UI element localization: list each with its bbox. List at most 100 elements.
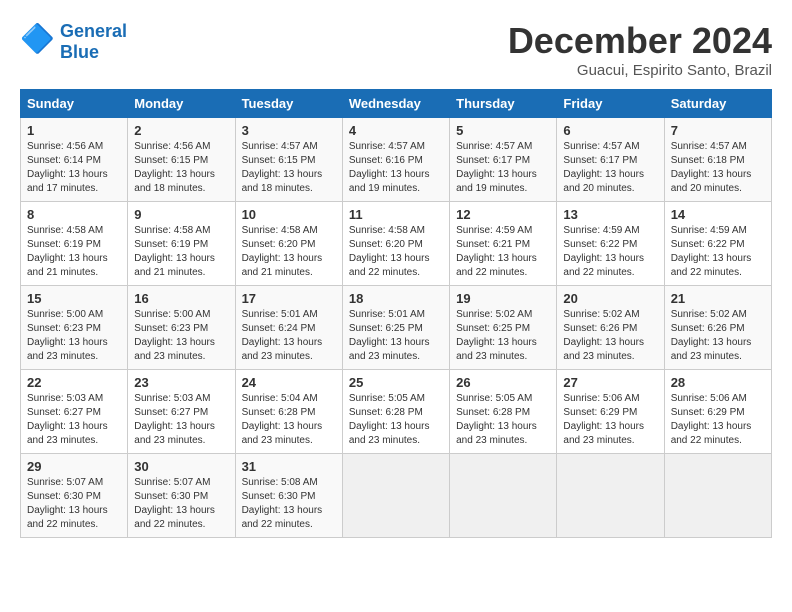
day-info: Sunrise: 5:02 AM Sunset: 6:25 PM Dayligh… [456, 308, 550, 364]
col-sunday: Sunday [21, 90, 128, 118]
col-thursday: Thursday [450, 90, 557, 118]
day-number: 31 [242, 459, 336, 474]
calendar-cell [664, 454, 771, 538]
svg-text:🔷: 🔷 [20, 22, 55, 55]
calendar-week-3: 15 Sunrise: 5:00 AM Sunset: 6:23 PM Dayli… [21, 286, 772, 370]
calendar-cell: 13 Sunrise: 4:59 AM Sunset: 6:22 PM Dayli… [557, 202, 664, 286]
calendar-cell: 22 Sunrise: 5:03 AM Sunset: 6:27 PM Dayli… [21, 370, 128, 454]
day-info: Sunrise: 5:06 AM Sunset: 6:29 PM Dayligh… [563, 392, 657, 448]
calendar-cell: 29 Sunrise: 5:07 AM Sunset: 6:30 PM Dayli… [21, 454, 128, 538]
day-info: Sunrise: 4:58 AM Sunset: 6:19 PM Dayligh… [134, 224, 228, 280]
logo: 🔷 General Blue [20, 20, 127, 63]
calendar-cell: 7Sunrise: 4:57 AM Sunset: 6:18 PM Daylig… [664, 118, 771, 202]
day-number: 10 [242, 207, 336, 222]
day-number: 23 [134, 375, 228, 390]
calendar-cell: 17Sunrise: 5:01 AM Sunset: 6:24 PM Dayli… [235, 286, 342, 370]
calendar-cell: 5 Sunrise: 4:57 AM Sunset: 6:17 PM Daylig… [450, 118, 557, 202]
calendar-cell: 16Sunrise: 5:00 AM Sunset: 6:23 PM Dayli… [128, 286, 235, 370]
calendar-cell: 9 Sunrise: 4:58 AM Sunset: 6:19 PM Daylig… [128, 202, 235, 286]
day-info: Sunrise: 5:02 AM Sunset: 6:26 PM Dayligh… [671, 308, 765, 364]
day-info: Sunrise: 5:07 AM Sunset: 6:30 PM Dayligh… [27, 476, 121, 532]
calendar-table: Sunday Monday Tuesday Wednesday Thursday… [20, 89, 772, 538]
day-info: Sunrise: 4:59 AM Sunset: 6:22 PM Dayligh… [671, 224, 765, 280]
calendar-week-4: 22 Sunrise: 5:03 AM Sunset: 6:27 PM Dayli… [21, 370, 772, 454]
calendar-cell [450, 454, 557, 538]
day-info: Sunrise: 5:01 AM Sunset: 6:25 PM Dayligh… [349, 308, 443, 364]
calendar-week-5: 29 Sunrise: 5:07 AM Sunset: 6:30 PM Dayli… [21, 454, 772, 538]
day-number: 29 [27, 459, 121, 474]
calendar-cell: 31 Sunrise: 5:08 AM Sunset: 6:30 PM Dayli… [235, 454, 342, 538]
day-info: Sunrise: 4:59 AM Sunset: 6:22 PM Dayligh… [563, 224, 657, 280]
day-info: Sunrise: 4:58 AM Sunset: 6:19 PM Dayligh… [27, 224, 121, 280]
day-info: Sunrise: 5:05 AM Sunset: 6:28 PM Dayligh… [349, 392, 443, 448]
day-number: 15 [27, 291, 121, 306]
day-number: 21 [671, 291, 765, 306]
day-number: 4 [349, 123, 443, 138]
calendar-cell [557, 454, 664, 538]
day-number: 8 [27, 207, 121, 222]
calendar-cell: 3Sunrise: 4:57 AM Sunset: 6:15 PM Daylig… [235, 118, 342, 202]
col-wednesday: Wednesday [342, 90, 449, 118]
day-number: 12 [456, 207, 550, 222]
calendar-week-2: 8 Sunrise: 4:58 AM Sunset: 6:19 PM Daylig… [21, 202, 772, 286]
day-info: Sunrise: 5:04 AM Sunset: 6:28 PM Dayligh… [242, 392, 336, 448]
day-info: Sunrise: 4:57 AM Sunset: 6:17 PM Dayligh… [456, 140, 550, 196]
day-info: Sunrise: 5:05 AM Sunset: 6:28 PM Dayligh… [456, 392, 550, 448]
day-number: 17 [242, 291, 336, 306]
day-number: 5 [456, 123, 550, 138]
day-info: Sunrise: 5:02 AM Sunset: 6:26 PM Dayligh… [563, 308, 657, 364]
calendar-cell: 21 Sunrise: 5:02 AM Sunset: 6:26 PM Dayli… [664, 286, 771, 370]
title-block: December 2024 Guacui, Espirito Santo, Br… [508, 20, 772, 79]
calendar-cell: 20 Sunrise: 5:02 AM Sunset: 6:26 PM Dayli… [557, 286, 664, 370]
day-info: Sunrise: 5:00 AM Sunset: 6:23 PM Dayligh… [27, 308, 121, 364]
calendar-cell: 1 Sunrise: 4:56 AM Sunset: 6:14 PM Daylig… [21, 118, 128, 202]
col-friday: Friday [557, 90, 664, 118]
day-info: Sunrise: 5:08 AM Sunset: 6:30 PM Dayligh… [242, 476, 336, 532]
calendar-cell: 18 Sunrise: 5:01 AM Sunset: 6:25 PM Dayli… [342, 286, 449, 370]
calendar-cell: 30Sunrise: 5:07 AM Sunset: 6:30 PM Dayli… [128, 454, 235, 538]
calendar-cell: 25Sunrise: 5:05 AM Sunset: 6:28 PM Dayli… [342, 370, 449, 454]
day-number: 14 [671, 207, 765, 222]
day-info: Sunrise: 4:57 AM Sunset: 6:15 PM Dayligh… [242, 140, 336, 196]
day-info: Sunrise: 4:59 AM Sunset: 6:21 PM Dayligh… [456, 224, 550, 280]
day-number: 18 [349, 291, 443, 306]
day-info: Sunrise: 5:03 AM Sunset: 6:27 PM Dayligh… [27, 392, 121, 448]
day-number: 19 [456, 291, 550, 306]
col-saturday: Saturday [664, 90, 771, 118]
day-number: 2 [134, 123, 228, 138]
day-number: 1 [27, 123, 121, 138]
day-number: 24 [242, 375, 336, 390]
calendar-cell: 23 Sunrise: 5:03 AM Sunset: 6:27 PM Dayli… [128, 370, 235, 454]
location-subtitle: Guacui, Espirito Santo, Brazil [508, 62, 772, 79]
day-info: Sunrise: 5:03 AM Sunset: 6:27 PM Dayligh… [134, 392, 228, 448]
calendar-cell: 4 Sunrise: 4:57 AM Sunset: 6:16 PM Daylig… [342, 118, 449, 202]
day-number: 13 [563, 207, 657, 222]
day-number: 9 [134, 207, 228, 222]
calendar-cell: 28Sunrise: 5:06 AM Sunset: 6:29 PM Dayli… [664, 370, 771, 454]
calendar-cell: 14 Sunrise: 4:59 AM Sunset: 6:22 PM Dayli… [664, 202, 771, 286]
calendar-cell: 2 Sunrise: 4:56 AM Sunset: 6:15 PM Daylig… [128, 118, 235, 202]
day-info: Sunrise: 4:57 AM Sunset: 6:16 PM Dayligh… [349, 140, 443, 196]
calendar-week-1: 1 Sunrise: 4:56 AM Sunset: 6:14 PM Daylig… [21, 118, 772, 202]
day-number: 20 [563, 291, 657, 306]
day-info: Sunrise: 4:57 AM Sunset: 6:18 PM Dayligh… [671, 140, 765, 196]
calendar-cell: 15 Sunrise: 5:00 AM Sunset: 6:23 PM Dayli… [21, 286, 128, 370]
day-number: 30 [134, 459, 228, 474]
calendar-cell: 12 Sunrise: 4:59 AM Sunset: 6:21 PM Dayli… [450, 202, 557, 286]
day-info: Sunrise: 5:06 AM Sunset: 6:29 PM Dayligh… [671, 392, 765, 448]
logo-bird-icon: 🔷 [20, 20, 58, 58]
calendar-cell: 8 Sunrise: 4:58 AM Sunset: 6:19 PM Daylig… [21, 202, 128, 286]
day-info: Sunrise: 4:58 AM Sunset: 6:20 PM Dayligh… [242, 224, 336, 280]
day-number: 22 [27, 375, 121, 390]
day-info: Sunrise: 4:57 AM Sunset: 6:17 PM Dayligh… [563, 140, 657, 196]
day-number: 11 [349, 207, 443, 222]
logo-line2: Blue [60, 42, 127, 63]
day-info: Sunrise: 4:56 AM Sunset: 6:15 PM Dayligh… [134, 140, 228, 196]
logo-line1: General [60, 21, 127, 42]
day-number: 27 [563, 375, 657, 390]
day-info: Sunrise: 4:56 AM Sunset: 6:14 PM Dayligh… [27, 140, 121, 196]
month-title: December 2024 [508, 20, 772, 62]
day-info: Sunrise: 4:58 AM Sunset: 6:20 PM Dayligh… [349, 224, 443, 280]
page-header: 🔷 General Blue December 2024 Guacui, Esp… [20, 20, 772, 79]
calendar-cell: 6Sunrise: 4:57 AM Sunset: 6:17 PM Daylig… [557, 118, 664, 202]
